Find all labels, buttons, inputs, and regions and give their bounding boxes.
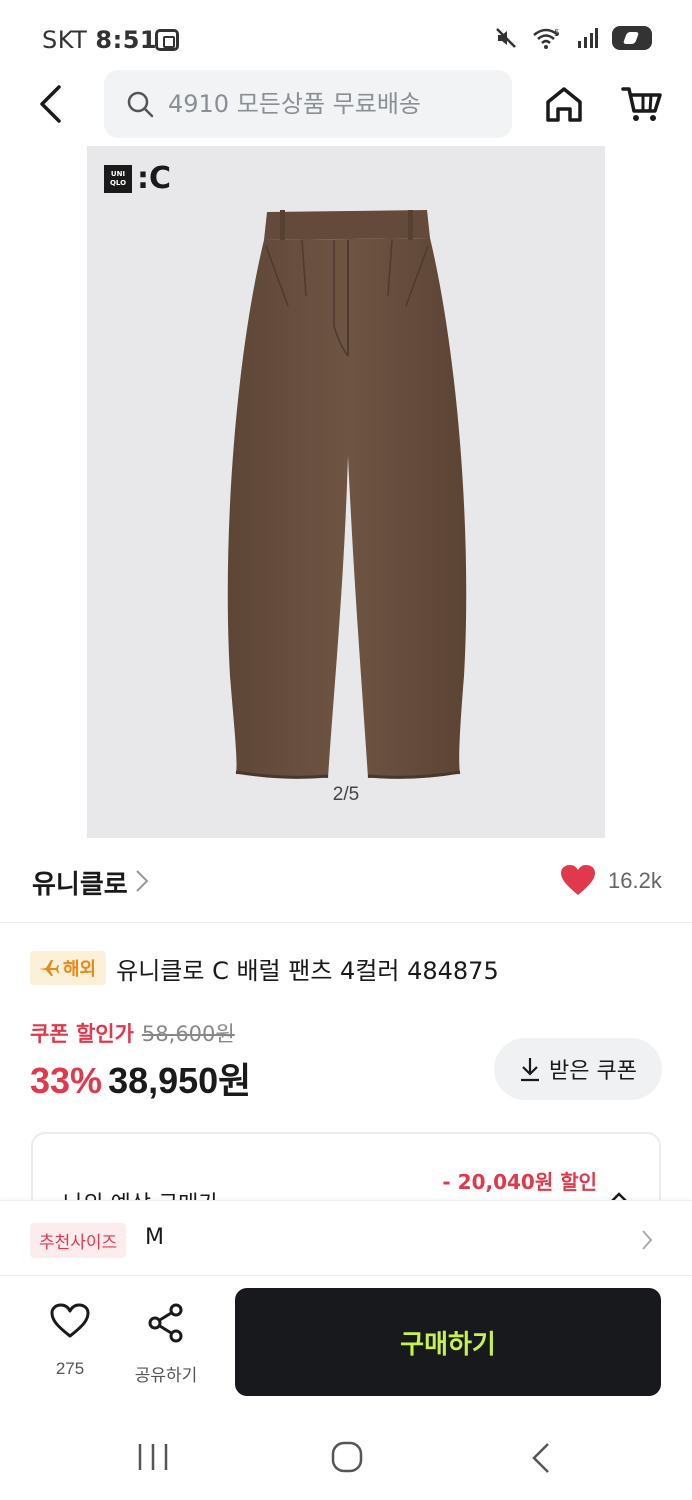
divider: [0, 922, 692, 923]
heart-outline-icon: [50, 1303, 90, 1338]
back-button[interactable]: [28, 80, 72, 128]
heart-filled-icon[interactable]: [560, 864, 596, 896]
home-icon: [546, 87, 582, 122]
buy-button[interactable]: 구매하기: [235, 1288, 661, 1396]
signal-icon: [576, 27, 598, 49]
search-icon: [126, 90, 154, 118]
coupon-price-label: 쿠폰 할인가: [30, 1022, 134, 1046]
android-navigation-bar: [0, 1420, 692, 1500]
brand-logo: UNI QLO :C: [104, 161, 172, 196]
product-image-carousel[interactable]: UNI QLO :C 2/5: [87, 146, 605, 838]
wifi-icon: 5: [532, 26, 562, 50]
home-button[interactable]: [540, 82, 588, 126]
svg-text:5: 5: [554, 29, 560, 39]
original-price: 58,600원: [141, 1022, 235, 1046]
product-title: 유니클로 C 배럴 팬츠 4컬러 484875: [116, 956, 499, 985]
battery-icon: [612, 26, 652, 50]
mute-icon: [494, 26, 518, 50]
chevron-left-icon: [40, 85, 61, 123]
bottom-action-bar: 275 공유하기 구매하기: [0, 1277, 692, 1417]
back-nav-icon[interactable]: [530, 1442, 552, 1474]
share-label: 공유하기: [134, 1366, 198, 1386]
status-time: 8:51: [95, 26, 158, 54]
status-carrier: SKT 8:51: [42, 26, 158, 54]
cart-button[interactable]: [618, 82, 666, 126]
wishlist-count: 275: [55, 1359, 85, 1378]
logo-suffix: :C: [137, 161, 172, 196]
wishlist-button[interactable]: 275: [40, 1303, 100, 1379]
status-icons: 5: [494, 26, 652, 50]
recommended-size-bar[interactable]: 추천사이즈 M: [0, 1200, 692, 1276]
cart-icon: [621, 87, 662, 121]
product-title-row: 해외 유니클로 C 배럴 팬츠 4컬러 484875: [30, 950, 670, 986]
expected-discount: - 20,040원 할인: [442, 1170, 597, 1194]
brand-row: 유니클로 16.2k: [0, 850, 692, 916]
chevron-right-icon[interactable]: [134, 868, 150, 894]
share-icon: [148, 1303, 183, 1343]
download-icon: [521, 1058, 540, 1082]
chevron-right-icon: [642, 1230, 653, 1250]
airplane-icon: [39, 960, 59, 976]
coupon-price-line: 쿠폰 할인가 58,600원: [30, 1018, 235, 1048]
like-count: 16.2k: [608, 868, 662, 893]
sale-price: 38,950원: [108, 1060, 252, 1101]
recommended-size-badge: 추천사이즈: [30, 1223, 127, 1258]
overseas-badge-label: 해외: [63, 959, 97, 980]
uniqlo-logo-box: UNI QLO: [104, 165, 132, 193]
screenshot-icon: [155, 29, 179, 51]
discount-rate: 33%: [30, 1060, 103, 1101]
share-button[interactable]: 공유하기: [128, 1303, 204, 1386]
recents-icon[interactable]: [136, 1442, 170, 1472]
image-counter: 2/5: [332, 784, 360, 805]
recommended-size-value: M: [145, 1225, 164, 1250]
search-bar[interactable]: [104, 70, 512, 138]
brand-name-link[interactable]: 유니클로: [32, 864, 128, 901]
search-input[interactable]: [168, 90, 488, 118]
home-nav-icon[interactable]: [330, 1440, 364, 1474]
status-bar: SKT 8:51 5: [0, 0, 692, 80]
top-navigation: [0, 70, 692, 138]
sale-price-line: 33% 38,950원: [30, 1052, 251, 1104]
received-coupon-button[interactable]: 받은 쿠폰: [494, 1038, 662, 1100]
product-photo-barrel-pants: [227, 210, 467, 779]
received-coupon-label: 받은 쿠폰: [549, 1059, 637, 1084]
overseas-badge: 해외: [30, 951, 107, 985]
